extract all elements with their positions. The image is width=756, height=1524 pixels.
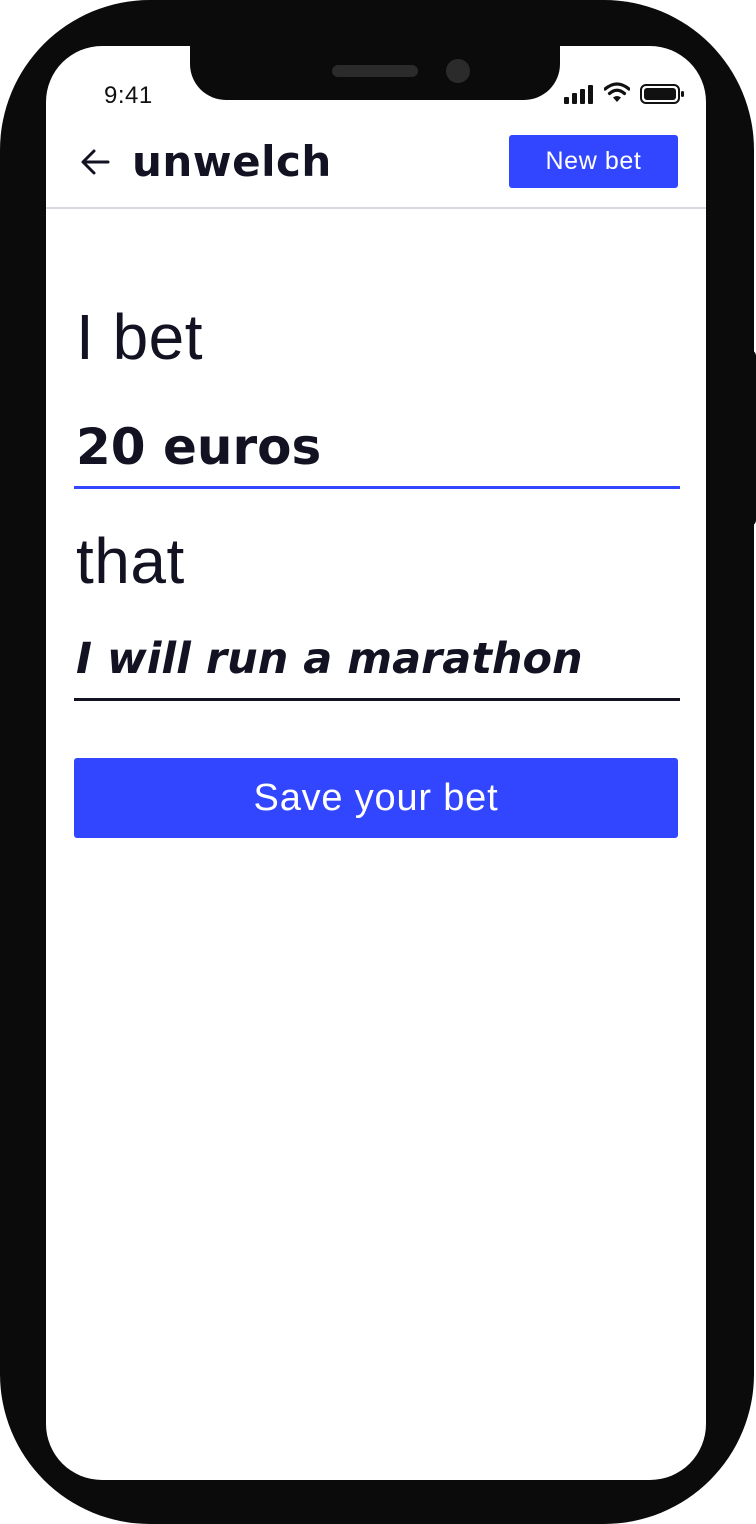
speaker-grille [332, 65, 418, 77]
bet-claim-input[interactable] [74, 620, 680, 701]
save-bet-button[interactable]: Save your bet [74, 758, 678, 838]
status-icons [564, 82, 686, 104]
cellular-signal-icon [564, 82, 596, 104]
bet-amount-input[interactable] [74, 408, 680, 489]
that-label: that [76, 525, 185, 597]
front-camera [446, 59, 470, 83]
side-button [748, 350, 756, 526]
battery-icon [640, 84, 684, 104]
header-divider [46, 207, 706, 209]
status-time: 9:41 [104, 82, 153, 109]
arrow-left-icon[interactable] [80, 148, 110, 176]
i-bet-label: I bet [76, 301, 204, 373]
wifi-icon [604, 82, 630, 102]
app-logo: unwelch [132, 137, 332, 186]
new-bet-button[interactable]: New bet [509, 135, 678, 188]
